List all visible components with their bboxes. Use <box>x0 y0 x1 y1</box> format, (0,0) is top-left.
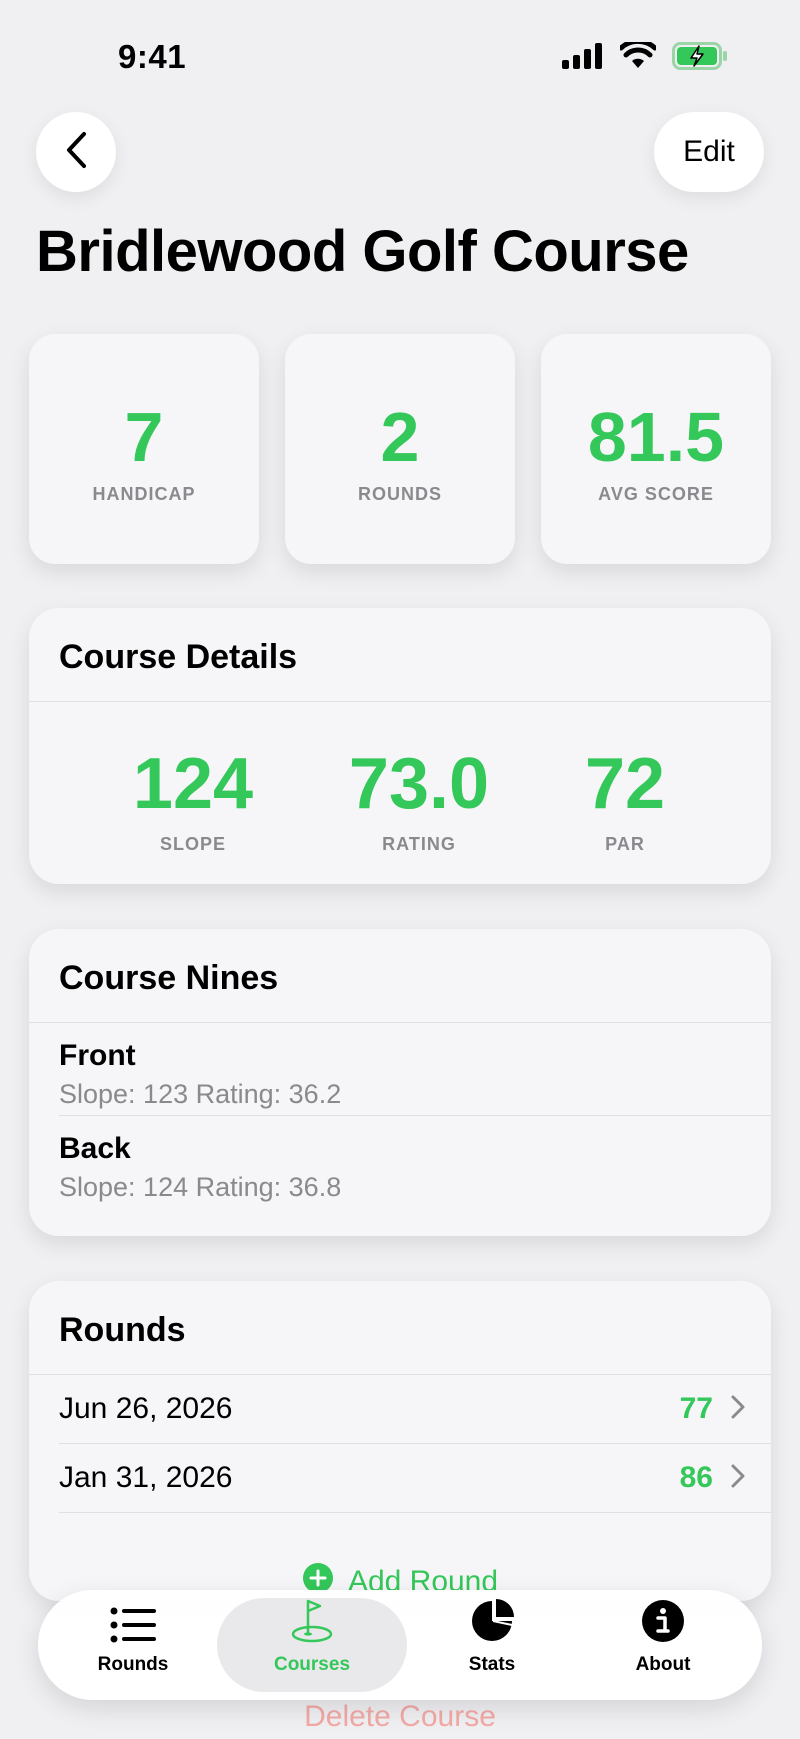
tab-stats[interactable]: Stats <box>397 1598 587 1692</box>
stat-card-handicap: 7 HANDICAP <box>29 334 259 564</box>
edit-button[interactable]: Edit <box>654 112 764 192</box>
detail-slope: 124 SLOPE <box>93 748 293 855</box>
status-icons <box>562 38 728 75</box>
section-title: Course Details <box>29 608 771 702</box>
detail-value: 73.0 <box>348 744 490 824</box>
add-round-button[interactable]: Add Round <box>29 1513 771 1601</box>
pie-chart-icon <box>470 1599 514 1648</box>
nine-row-back[interactable]: Back Slope: 124 Rating: 36.8 <box>59 1115 771 1207</box>
nine-name: Front <box>59 1039 136 1072</box>
section-title: Rounds <box>29 1281 771 1375</box>
round-row[interactable]: Jan 31, 2026 86 <box>59 1444 771 1513</box>
tab-rounds[interactable]: Rounds <box>38 1598 228 1692</box>
nine-name: Back <box>59 1132 131 1165</box>
stat-value: 2 <box>380 398 420 476</box>
detail-value: 124 <box>132 744 254 824</box>
tab-label: Rounds <box>97 1654 169 1675</box>
tab-bar: Rounds Courses Stats About <box>38 1590 762 1700</box>
detail-label: RATING <box>382 834 456 854</box>
stat-card-avg-score: 81.5 AVG SCORE <box>541 334 771 564</box>
wifi-icon <box>618 38 658 75</box>
stat-label: AVG SCORE <box>598 484 714 504</box>
detail-rating: 73.0 RATING <box>319 748 519 855</box>
detail-label: SLOPE <box>159 834 226 854</box>
round-score: 77 <box>679 1392 713 1425</box>
round-row[interactable]: Jun 26, 2026 77 <box>59 1375 771 1444</box>
stat-card-rounds: 2 ROUNDS <box>285 334 515 564</box>
flag-icon <box>290 1597 334 1648</box>
stat-value: 7 <box>124 398 164 476</box>
details-row: 124 SLOPE 73.0 RATING 72 PAR <box>29 702 771 884</box>
status-time: 9:41 <box>118 38 187 75</box>
detail-value: 72 <box>584 744 666 824</box>
round-score: 86 <box>679 1461 713 1494</box>
stat-value: 81.5 <box>587 398 725 476</box>
rounds-panel: Rounds Jun 26, 2026 77 Jan 31, 2026 86 A… <box>29 1281 771 1601</box>
back-button[interactable] <box>36 112 116 192</box>
detail-par: 72 PAR <box>525 748 725 855</box>
round-right: 77 <box>680 1392 745 1426</box>
round-right: 86 <box>680 1461 745 1495</box>
tab-label: About <box>635 1654 691 1675</box>
nine-row-front[interactable]: Front Slope: 123 Rating: 36.2 <box>59 1023 771 1115</box>
stat-label: ROUNDS <box>357 484 442 504</box>
nine-meta: Slope: 123 Rating: 36.2 <box>59 1079 342 1109</box>
tab-label: Stats <box>468 1654 516 1675</box>
cellular-signal-icon <box>562 43 604 74</box>
status-bar: 9:41 <box>0 0 800 110</box>
battery-charging-icon <box>672 42 728 75</box>
course-details-panel: Course Details 124 SLOPE 73.0 RATING 72 … <box>29 608 771 884</box>
info-icon <box>641 1599 685 1648</box>
chevron-left-icon <box>64 131 88 174</box>
page-title: Bridlewood Golf Course <box>36 219 689 284</box>
course-nines-panel: Course Nines Front Slope: 123 Rating: 36… <box>29 929 771 1236</box>
tab-courses[interactable]: Courses <box>217 1598 407 1692</box>
tab-about[interactable]: About <box>568 1598 758 1692</box>
chevron-right-icon <box>731 1395 745 1424</box>
nine-meta: Slope: 124 Rating: 36.8 <box>59 1172 342 1202</box>
section-title: Course Nines <box>29 929 771 1023</box>
chevron-right-icon <box>731 1464 745 1493</box>
stat-label: HANDICAP <box>92 484 196 504</box>
detail-label: PAR <box>605 834 645 854</box>
list-icon <box>110 1607 156 1648</box>
tab-label: Courses <box>273 1654 351 1675</box>
delete-course-button[interactable]: Delete Course <box>0 1700 800 1734</box>
round-date: Jan 31, 2026 <box>59 1461 233 1494</box>
round-date: Jun 26, 2026 <box>59 1392 233 1425</box>
